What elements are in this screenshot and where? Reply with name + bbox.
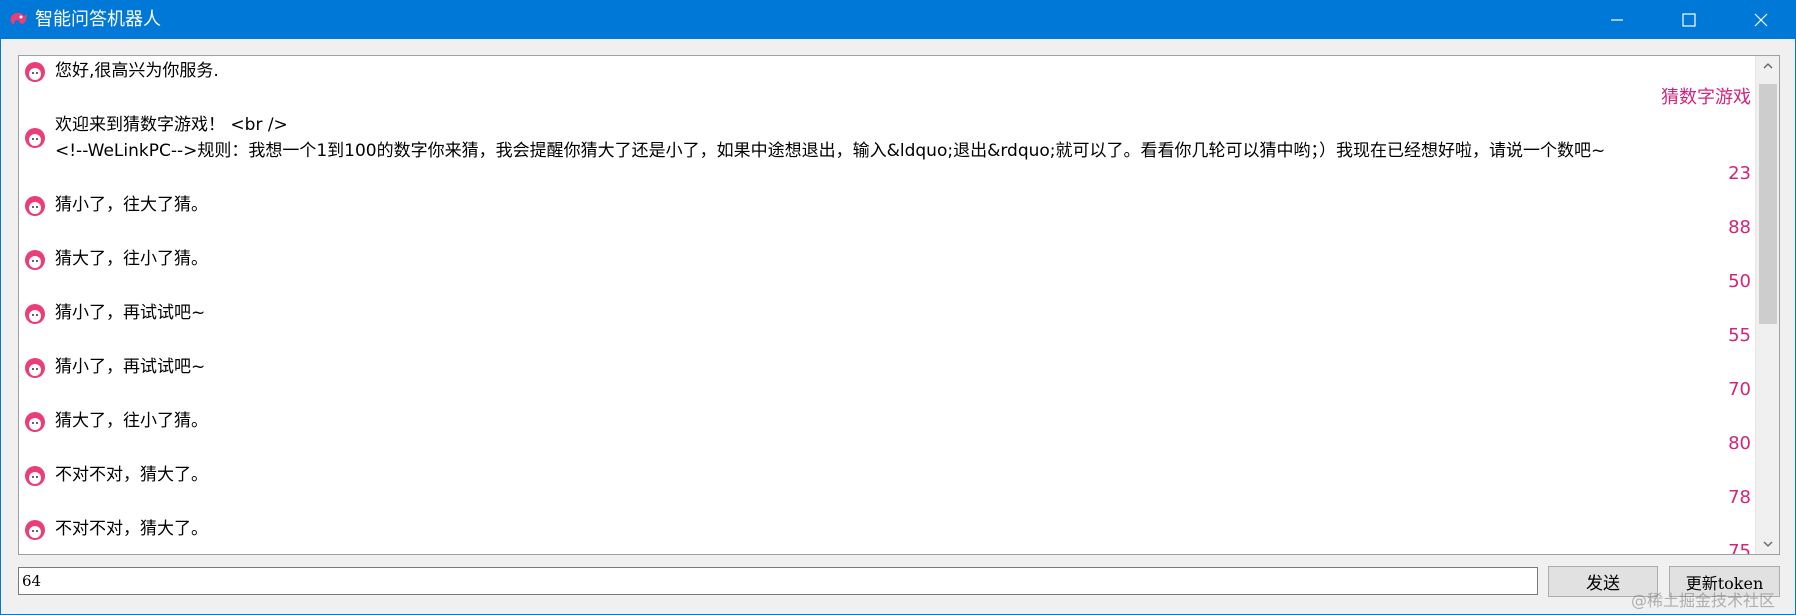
bot-message: 不对不对，猜大了。 (23, 462, 208, 488)
vertical-scrollbar[interactable] (1755, 56, 1779, 554)
title-bar[interactable]: 智能问答机器人 (1, 1, 1795, 39)
bot-avatar-icon (25, 62, 45, 82)
bot-message-text: 欢迎来到猜数字游戏！ <br /> <!--WeLinkPC-->规则：我想一个… (55, 115, 1606, 161)
user-message: 23 (1728, 163, 1751, 184)
user-message: 猜数字游戏 (1661, 87, 1751, 108)
bot-message-text: 猜大了，往小了猜。 (55, 411, 208, 431)
robot-app-icon (10, 12, 27, 25)
app-window: 智能问答机器人 您好,很高兴为你服务. 欢迎来到猜数字游戏！ <br /> <!… (0, 0, 1796, 615)
bot-message: 不对不对，猜大了。 (23, 516, 208, 542)
scrollbar-thumb[interactable] (1759, 84, 1777, 324)
user-message: 55 (1728, 325, 1751, 346)
user-message: 70 (1728, 379, 1751, 400)
bot-avatar-icon (25, 412, 45, 432)
bot-message: 猜小了，再试试吧~ (23, 354, 205, 380)
close-button[interactable] (1731, 1, 1791, 39)
bot-message: 您好,很高兴为你服务. (23, 58, 219, 84)
maximize-button[interactable] (1659, 1, 1719, 39)
window-title: 智能问答机器人 (35, 9, 161, 30)
bot-message-text: 猜小了，再试试吧~ (55, 303, 206, 323)
user-message: 88 (1728, 217, 1751, 238)
chat-history[interactable]: 您好,很高兴为你服务. 欢迎来到猜数字游戏！ <br /> <!--WeLink… (18, 55, 1780, 555)
scroll-up-button[interactable] (1756, 56, 1779, 76)
chevron-down-icon (1763, 541, 1773, 547)
bot-message: 欢迎来到猜数字游戏！ <br /> <!--WeLinkPC-->规则：我想一个… (23, 112, 1605, 164)
maximize-icon (1682, 13, 1696, 27)
bot-avatar-icon (25, 250, 45, 270)
watermark: @稀土掘金技术社区 (1631, 591, 1776, 610)
bot-message: 猜小了，往大了猜。 (23, 192, 208, 218)
chevron-up-icon (1763, 63, 1773, 69)
bot-message: 猜小了，再试试吧~ (23, 300, 205, 326)
scroll-down-button[interactable] (1756, 534, 1779, 554)
user-message: 78 (1728, 487, 1751, 508)
bot-avatar-icon (25, 520, 45, 540)
close-icon (1754, 13, 1768, 27)
minimize-button[interactable] (1587, 1, 1647, 39)
bot-avatar-icon (25, 358, 45, 378)
minimize-icon (1611, 19, 1623, 21)
bot-message-text: 不对不对，猜大了。 (55, 465, 208, 485)
message-input[interactable] (18, 567, 1538, 595)
bot-message: 猜大了，往小了猜。 (23, 408, 208, 434)
bot-message-text: 猜大了，往小了猜。 (55, 249, 208, 269)
bot-avatar-icon (25, 196, 45, 216)
bot-avatar-icon (25, 466, 45, 486)
user-message: 75 (1728, 541, 1751, 555)
bot-avatar-icon (25, 304, 45, 324)
bot-message-text: 猜小了，往大了猜。 (55, 195, 208, 215)
bot-message: 猜大了，往小了猜。 (23, 246, 208, 272)
bot-message-text: 您好,很高兴为你服务. (55, 61, 219, 81)
bot-avatar-icon (25, 128, 45, 148)
bot-message-text: 猜小了，再试试吧~ (55, 357, 206, 377)
user-message: 50 (1728, 271, 1751, 292)
user-message: 80 (1728, 433, 1751, 454)
bot-message-text: 不对不对，猜大了。 (55, 519, 208, 539)
